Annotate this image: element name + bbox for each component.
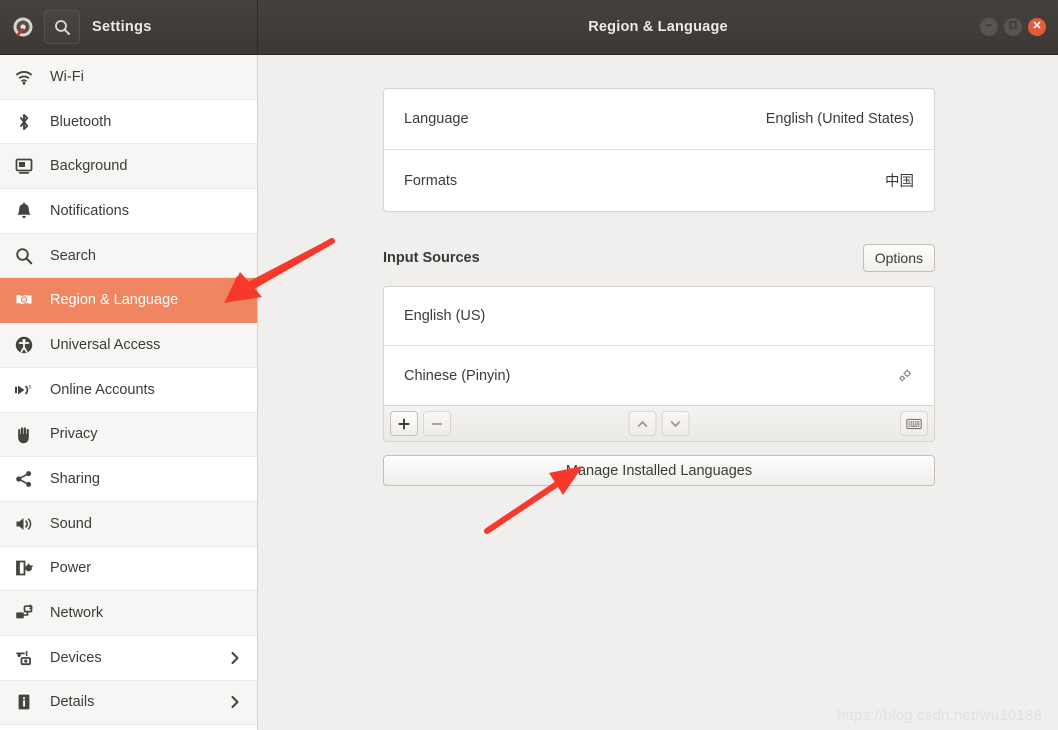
minimize-button[interactable] <box>980 18 998 36</box>
sidebar-item-region-language[interactable]: Region & Language <box>0 278 257 324</box>
settings-sidebar: Wi-Fi Bluetooth Background Notifications… <box>0 55 258 730</box>
region-language-panel: Language English (United States) Formats… <box>383 88 935 486</box>
chevron-up-icon <box>636 417 650 431</box>
keyboard-preview-button[interactable] <box>900 411 928 436</box>
remove-input-source-button[interactable] <box>423 411 451 436</box>
close-button[interactable] <box>1028 18 1046 36</box>
power-plug-icon <box>13 557 35 579</box>
sidebar-item-label: Devices <box>50 649 102 666</box>
sidebar-item-sharing[interactable]: Sharing <box>0 457 257 502</box>
sidebar-item-devices[interactable]: Devices <box>0 635 257 681</box>
watermark-text: https://blog.csdn.net/wu10188 <box>836 707 1042 724</box>
sidebar-item-network[interactable]: Network <box>0 591 257 636</box>
sidebar-item-label: Privacy <box>50 426 98 443</box>
devices-icon <box>13 647 35 669</box>
manage-installed-languages-button[interactable]: Manage Installed Languages <box>383 455 935 486</box>
bell-icon <box>13 200 35 222</box>
sidebar-item-power[interactable]: Power <box>0 546 257 592</box>
language-label: Language <box>404 111 469 127</box>
input-sources-header: Input Sources Options <box>383 243 935 273</box>
window-titlebar: Settings Region & Language <box>0 0 1058 55</box>
sidebar-item-label: Search <box>50 247 96 264</box>
input-source-label: English (US) <box>404 308 486 324</box>
keyboard-shortcut-area <box>900 411 928 436</box>
language-value: English (United States) <box>765 111 914 127</box>
network-icon <box>13 602 35 624</box>
language-row[interactable]: Language English (United States) <box>384 89 934 150</box>
accessibility-icon <box>13 334 35 356</box>
move-up-button[interactable] <box>628 411 657 436</box>
input-sources-title: Input Sources <box>383 250 480 266</box>
sidebar-item-label: Sound <box>50 515 92 532</box>
settings-content-area: Language English (United States) Formats… <box>258 55 1058 730</box>
sidebar-item-label: Details <box>50 694 95 711</box>
chevron-right-icon <box>227 650 243 666</box>
options-button[interactable]: Options <box>862 243 935 273</box>
sidebar-item-privacy[interactable]: Privacy <box>0 412 257 458</box>
input-sources-toolbar <box>383 406 935 442</box>
language-formats-card: Language English (United States) Formats… <box>383 88 935 212</box>
window-controls <box>980 18 1046 36</box>
app-title: Settings <box>92 19 152 35</box>
close-icon <box>1031 18 1043 36</box>
input-source-row[interactable]: English (US) <box>384 287 934 346</box>
sidebar-item-search[interactable]: Search <box>0 233 257 279</box>
sidebar-item-label: Background <box>50 158 128 175</box>
bluetooth-icon <box>13 111 35 133</box>
sidebar-item-notifications[interactable]: Notifications <box>0 189 257 234</box>
keyboard-icon <box>906 418 922 430</box>
minus-icon <box>430 417 444 431</box>
preferences-gear-icon[interactable] <box>896 367 914 385</box>
hand-icon <box>13 423 35 445</box>
sidebar-item-universal-access[interactable]: Universal Access <box>0 323 257 368</box>
chevron-right-icon <box>227 694 243 710</box>
sidebar-item-background[interactable]: Background <box>0 144 257 190</box>
wifi-icon <box>13 66 35 88</box>
reorder-buttons <box>628 411 690 436</box>
language-flag-icon <box>13 289 35 311</box>
share-icon <box>13 468 35 490</box>
input-source-row[interactable]: Chinese (Pinyin) <box>384 346 934 405</box>
formats-value: 中国 <box>885 174 914 190</box>
sidebar-item-label: Bluetooth <box>50 113 112 130</box>
online-accounts-icon: s <box>13 379 35 401</box>
input-sources-list: English (US) Chinese (Pinyin) <box>383 286 935 406</box>
sidebar-item-online-accounts[interactable]: s Online Accounts <box>0 367 257 413</box>
svg-text:s: s <box>29 384 32 390</box>
input-source-label: Chinese (Pinyin) <box>404 367 511 384</box>
sidebar-item-label: Power <box>50 560 92 577</box>
sidebar-item-details[interactable]: Details <box>0 680 257 726</box>
maximize-icon <box>1007 18 1019 36</box>
info-icon <box>13 691 35 713</box>
chevron-down-icon <box>669 417 683 431</box>
settings-gauge-icon <box>10 14 36 40</box>
formats-row[interactable]: Formats 中国 <box>384 150 934 211</box>
sidebar-item-label: Region & Language <box>50 292 179 309</box>
sidebar-item-label: Network <box>50 605 104 622</box>
titlebar-sidebar-section: Settings <box>0 0 258 54</box>
titlebar-main-section: Region & Language <box>258 0 1058 54</box>
minimize-icon <box>983 18 995 36</box>
sidebar-item-label: Notifications <box>50 202 129 219</box>
sidebar-item-sound[interactable]: Sound <box>0 501 257 547</box>
sidebar-item-bluetooth[interactable]: Bluetooth <box>0 99 257 145</box>
sidebar-item-label: Online Accounts <box>50 381 155 398</box>
search-icon <box>13 245 35 267</box>
sidebar-item-wifi[interactable]: Wi-Fi <box>0 55 257 100</box>
move-down-button[interactable] <box>661 411 690 436</box>
maximize-button[interactable] <box>1004 18 1022 36</box>
search-button[interactable] <box>44 10 80 44</box>
page-title: Region & Language <box>588 19 728 35</box>
sidebar-item-label: Sharing <box>50 471 100 488</box>
speaker-icon <box>13 513 35 535</box>
search-icon <box>54 19 71 36</box>
sidebar-item-label: Universal Access <box>50 336 161 353</box>
sidebar-item-label: Wi-Fi <box>50 68 84 85</box>
plus-icon <box>397 417 411 431</box>
monitor-icon <box>13 155 35 177</box>
add-input-source-button[interactable] <box>390 411 418 436</box>
formats-label: Formats <box>404 172 458 189</box>
